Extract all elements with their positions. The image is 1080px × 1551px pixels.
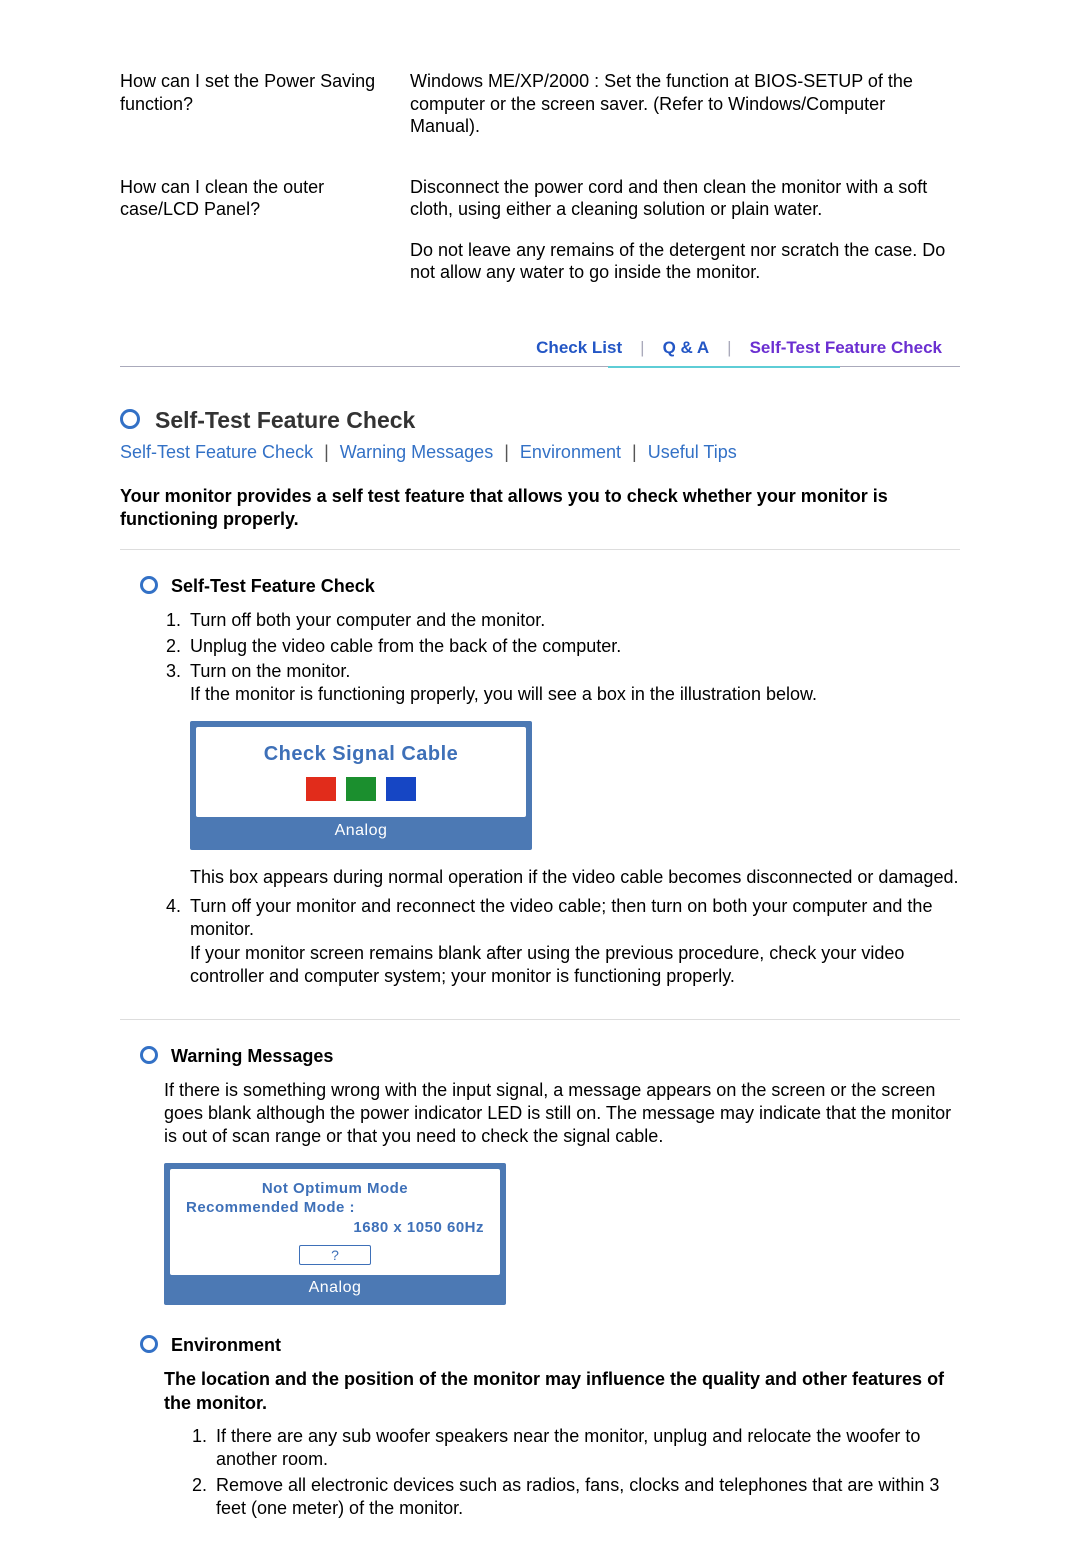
osd-text: Check Signal Cable: [206, 741, 516, 767]
tab-q-and-a[interactable]: Q & A: [645, 332, 728, 364]
subnav-self-test[interactable]: Self-Test Feature Check: [120, 442, 313, 462]
osd-footer: Analog: [196, 817, 526, 844]
osd-line: 1680 x 1050 60Hz: [186, 1218, 484, 1238]
env-intro: The location and the position of the mon…: [164, 1368, 960, 1415]
list-item: Turn on the monitor. If the monitor is f…: [186, 660, 960, 889]
sub-self-test: Self-Test Feature Check Turn off both yo…: [140, 576, 960, 988]
osd-check-signal: Check Signal Cable Analog: [190, 721, 532, 850]
osd-line: Recommended Mode :: [186, 1198, 484, 1218]
osd-line: Not Optimum Mode: [186, 1179, 484, 1199]
sub-heading: Environment: [171, 1335, 281, 1355]
list-item: Turn off your monitor and reconnect the …: [186, 895, 960, 989]
sub-heading: Warning Messages: [171, 1046, 333, 1066]
subnav-environment[interactable]: Environment: [520, 442, 621, 462]
sub-environment: Environment The location and the positio…: [140, 1335, 960, 1520]
osd-not-optimum: Not Optimum Mode Recommended Mode : 1680…: [164, 1163, 506, 1306]
section-header: Self-Test Feature Check Self-Test Featur…: [120, 407, 960, 463]
qa-question: How can I set the Power Saving function?: [120, 70, 410, 156]
qa-answer: Disconnect the power cord and then clean…: [410, 176, 960, 302]
section-intro: Your monitor provides a self test featur…: [120, 485, 960, 532]
subnav-warning[interactable]: Warning Messages: [340, 442, 493, 462]
sub-heading: Self-Test Feature Check: [171, 576, 375, 596]
self-test-steps: Turn off both your computer and the moni…: [162, 609, 960, 988]
tab-bar: Check List | Q & A | Self-Test Feature C…: [120, 332, 960, 367]
qa-row: How can I clean the outer case/LCD Panel…: [120, 176, 960, 302]
green-square-icon: [346, 777, 376, 801]
warning-text: If there is something wrong with the inp…: [164, 1079, 960, 1149]
qa-row: How can I set the Power Saving function?…: [120, 70, 960, 156]
subnav-tips[interactable]: Useful Tips: [648, 442, 737, 462]
divider: [120, 549, 960, 550]
env-list: If there are any sub woofer speakers nea…: [188, 1425, 960, 1521]
bullet-icon: [140, 1335, 158, 1353]
qa-answer: Windows ME/XP/2000 : Set the function at…: [410, 70, 960, 156]
osd-footer: Analog: [170, 1275, 500, 1299]
list-item: Turn off both your computer and the moni…: [186, 609, 960, 632]
osd-color-squares: [206, 777, 516, 801]
subnav: Self-Test Feature Check | Warning Messag…: [120, 442, 960, 463]
help-icon: ?: [299, 1245, 371, 1265]
tab-check-list[interactable]: Check List: [518, 332, 640, 364]
list-item: If there are any sub woofer speakers nea…: [212, 1425, 960, 1472]
section-title: Self-Test Feature Check: [155, 407, 415, 433]
qa-question: How can I clean the outer case/LCD Panel…: [120, 176, 410, 302]
bullet-icon: [140, 576, 158, 594]
osd-note: This box appears during normal operation…: [190, 866, 960, 889]
list-item: Unplug the video cable from the back of …: [186, 635, 960, 658]
blue-square-icon: [386, 777, 416, 801]
divider: [120, 1019, 960, 1020]
tab-self-test[interactable]: Self-Test Feature Check: [732, 332, 960, 364]
red-square-icon: [306, 777, 336, 801]
sub-warning: Warning Messages If there is something w…: [140, 1046, 960, 1306]
bullet-icon: [120, 409, 140, 429]
list-item: Remove all electronic devices such as ra…: [212, 1474, 960, 1521]
bullet-icon: [140, 1046, 158, 1064]
